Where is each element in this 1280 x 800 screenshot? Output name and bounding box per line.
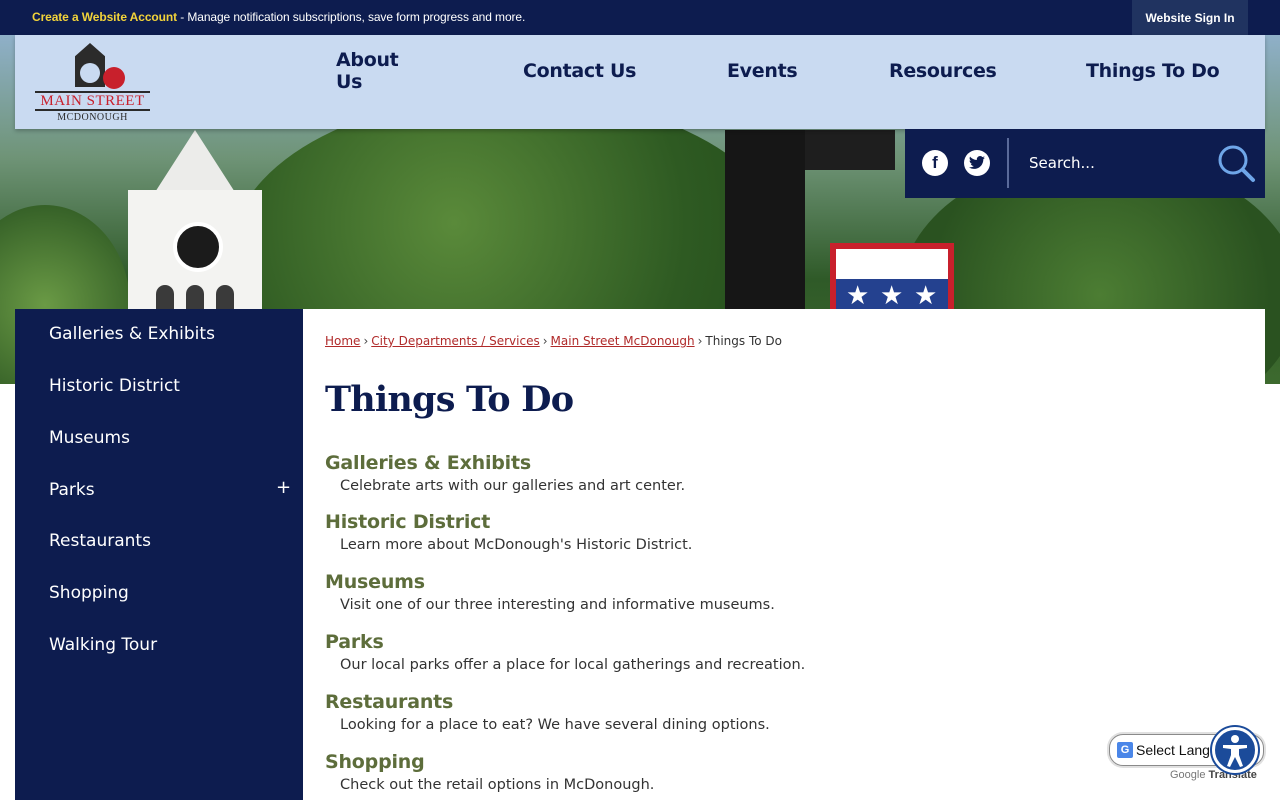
sidebar-item-historic-district[interactable]: Historic District: [49, 376, 180, 396]
nav-contact-us[interactable]: Contact Us: [523, 60, 636, 82]
breadcrumb-city-departments[interactable]: City Departments / Services: [371, 334, 539, 348]
account-promo-text: - Manage notification subscriptions, sav…: [176, 10, 526, 24]
list-item: Galleries & Exhibits Celebrate arts with…: [325, 452, 685, 494]
account-promo: Create a Website Account - Manage notifi…: [32, 10, 525, 24]
entry-description: Check out the retail options in McDonoug…: [340, 777, 655, 793]
language-select-label: Select Lang: [1136, 742, 1210, 758]
list-item: Restaurants Looking for a place to eat? …: [325, 691, 770, 733]
sidebar-item-parks[interactable]: Parks: [49, 480, 95, 500]
entry-description: Looking for a place to eat? We have seve…: [340, 717, 770, 733]
top-utility-bar: Create a Website Account - Manage notifi…: [0, 0, 1280, 35]
nav-things-to-do[interactable]: Things To Do: [1086, 60, 1220, 82]
nav-events[interactable]: Events: [727, 60, 798, 82]
logo-text-main: MAIN STREET: [35, 91, 150, 111]
twitter-icon[interactable]: [964, 150, 990, 176]
accessibility-icon[interactable]: [1212, 727, 1258, 773]
list-item: Parks Our local parks offer a place for …: [325, 631, 805, 673]
list-item: Historic District Learn more about McDon…: [325, 511, 692, 553]
logo-text-sub: MCDONOUGH: [57, 112, 128, 123]
breadcrumb-current: Things To Do: [705, 334, 782, 348]
nav-resources[interactable]: Resources: [889, 60, 997, 82]
main-street-mcdonough-logo[interactable]: MAIN STREET MCDONOUGH: [35, 41, 150, 125]
clock-face: [173, 222, 223, 272]
site-header: MAIN STREET MCDONOUGH About Us Contact U…: [15, 35, 1265, 129]
entry-description: Visit one of our three interesting and i…: [340, 597, 775, 613]
entry-title-link[interactable]: Historic District: [325, 511, 692, 533]
entry-description: Celebrate arts with our galleries and ar…: [340, 478, 686, 494]
breadcrumb-home[interactable]: Home: [325, 334, 360, 348]
search-input[interactable]: Search...: [1029, 154, 1095, 172]
entry-description: Our local parks offer a place for local …: [340, 657, 806, 673]
entry-title-link[interactable]: Shopping: [325, 751, 654, 773]
entry-description: Learn more about McDonough's Historic Di…: [340, 537, 693, 553]
sidebar-item-walking-tour[interactable]: Walking Tour: [49, 635, 157, 655]
website-sign-in-button[interactable]: Website Sign In: [1132, 0, 1248, 35]
entry-title-link[interactable]: Parks: [325, 631, 805, 653]
entry-title-link[interactable]: Restaurants: [325, 691, 770, 713]
search-icon[interactable]: [1216, 143, 1256, 183]
nav-about-us[interactable]: About Us: [336, 49, 399, 93]
entry-title-link[interactable]: Galleries & Exhibits: [325, 452, 685, 474]
page-title: Things To Do: [325, 379, 574, 420]
list-item: Museums Visit one of our three interesti…: [325, 571, 775, 613]
divider: [1007, 138, 1009, 188]
create-account-link[interactable]: Create a Website Account: [32, 10, 177, 24]
section-sidebar: Galleries & Exhibits Historic District M…: [15, 309, 303, 800]
google-translate-icon: G: [1117, 742, 1133, 758]
breadcrumb: Home › City Departments / Services › Main St…: [325, 334, 782, 348]
breadcrumb-main-street[interactable]: Main Street McDonough: [551, 334, 695, 348]
sidebar-item-galleries-exhibits[interactable]: Galleries & Exhibits: [49, 324, 215, 344]
expand-parks-icon[interactable]: +: [276, 477, 291, 498]
sidebar-item-museums[interactable]: Museums: [49, 428, 130, 448]
list-item: Shopping Check out the retail options in…: [325, 751, 654, 793]
sidebar-item-restaurants[interactable]: Restaurants: [49, 531, 151, 551]
facebook-icon[interactable]: f: [922, 150, 948, 176]
social-search-bar: f Search...: [905, 129, 1265, 198]
main-content: Home › City Departments / Services › Main St…: [303, 309, 1265, 800]
entry-title-link[interactable]: Museums: [325, 571, 775, 593]
sidebar-item-shopping[interactable]: Shopping: [49, 583, 129, 603]
flower-logo-icon: [103, 67, 125, 89]
